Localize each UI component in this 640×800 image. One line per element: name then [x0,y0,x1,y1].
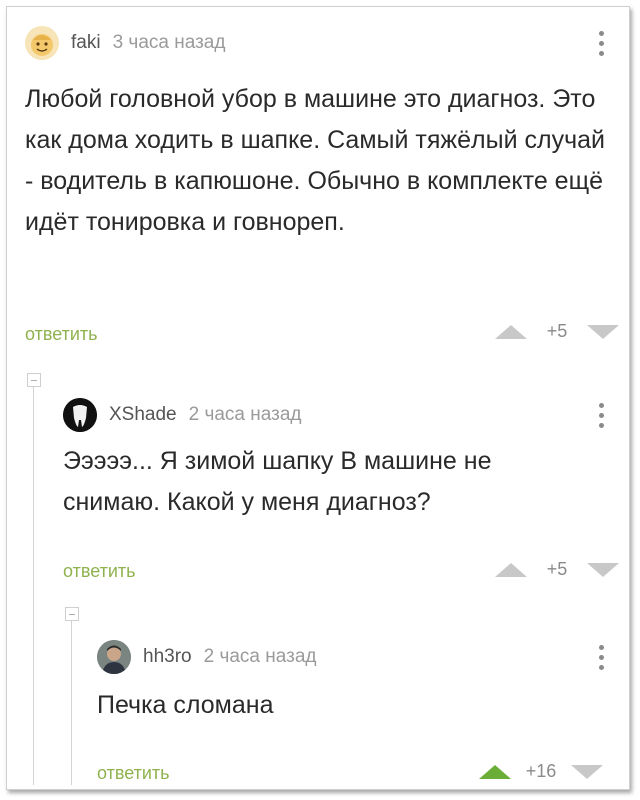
comment-header: hh3ro 2 часа назад [97,637,316,677]
comment: XShade 2 часа назад Эээээ... Я зимой шап… [63,395,623,595]
rating: +16 [525,761,557,781]
avatar[interactable] [63,398,97,432]
username[interactable]: faki [71,32,101,54]
avatar[interactable] [97,640,131,674]
comment-header: XShade 2 часа назад [63,395,302,435]
downvote-triangle-down-icon[interactable] [585,561,621,579]
username[interactable]: XShade [109,404,177,426]
comment: hh3ro 2 часа назад Печка сломана ответит… [97,637,623,787]
avatar[interactable] [25,26,59,60]
downvote-triangle-down-icon[interactable] [585,323,621,341]
upvote-triangle-up-icon[interactable] [477,763,513,781]
more-vertical-icon[interactable] [591,25,611,61]
comment-header: faki 3 часа назад [25,23,225,63]
timestamp: 2 часа назад [203,646,317,667]
avatar-image [26,27,58,59]
vote-controls: +16 [477,761,605,782]
comment-text: Любой головной убор в машине это диагноз… [25,85,605,236]
upvote-triangle-up-icon[interactable] [493,323,529,341]
upvote-triangle-up-icon[interactable] [493,561,529,579]
rating: +5 [546,321,568,341]
collapse-toggle-icon[interactable] [27,373,41,387]
comment-thread: faki 3 часа назад Любой головной убор в … [6,6,630,790]
reply-link[interactable]: ответить [97,763,170,784]
vote-controls: +5 [493,321,621,342]
thread-line [71,619,72,785]
thread-line [33,385,34,785]
timestamp: 3 часа назад [112,32,226,53]
rating: +5 [546,559,568,579]
collapse-toggle-icon[interactable] [65,607,79,621]
vote-controls: +5 [493,559,621,580]
avatar-image [97,640,131,674]
more-vertical-icon[interactable] [591,397,611,433]
avatar-image [63,398,97,432]
reply-link[interactable]: ответить [63,561,136,582]
more-vertical-icon[interactable] [591,639,611,675]
comment-text: Печка сломана [97,691,274,719]
comment: faki 3 часа назад Любой головной убор в … [25,23,625,353]
downvote-triangle-down-icon[interactable] [569,763,605,781]
comment-text: Эээээ... Я зимой шапку В машине не снима… [63,447,492,516]
timestamp: 2 часа назад [188,404,302,425]
username[interactable]: hh3ro [143,646,192,668]
reply-link[interactable]: ответить [25,324,98,345]
